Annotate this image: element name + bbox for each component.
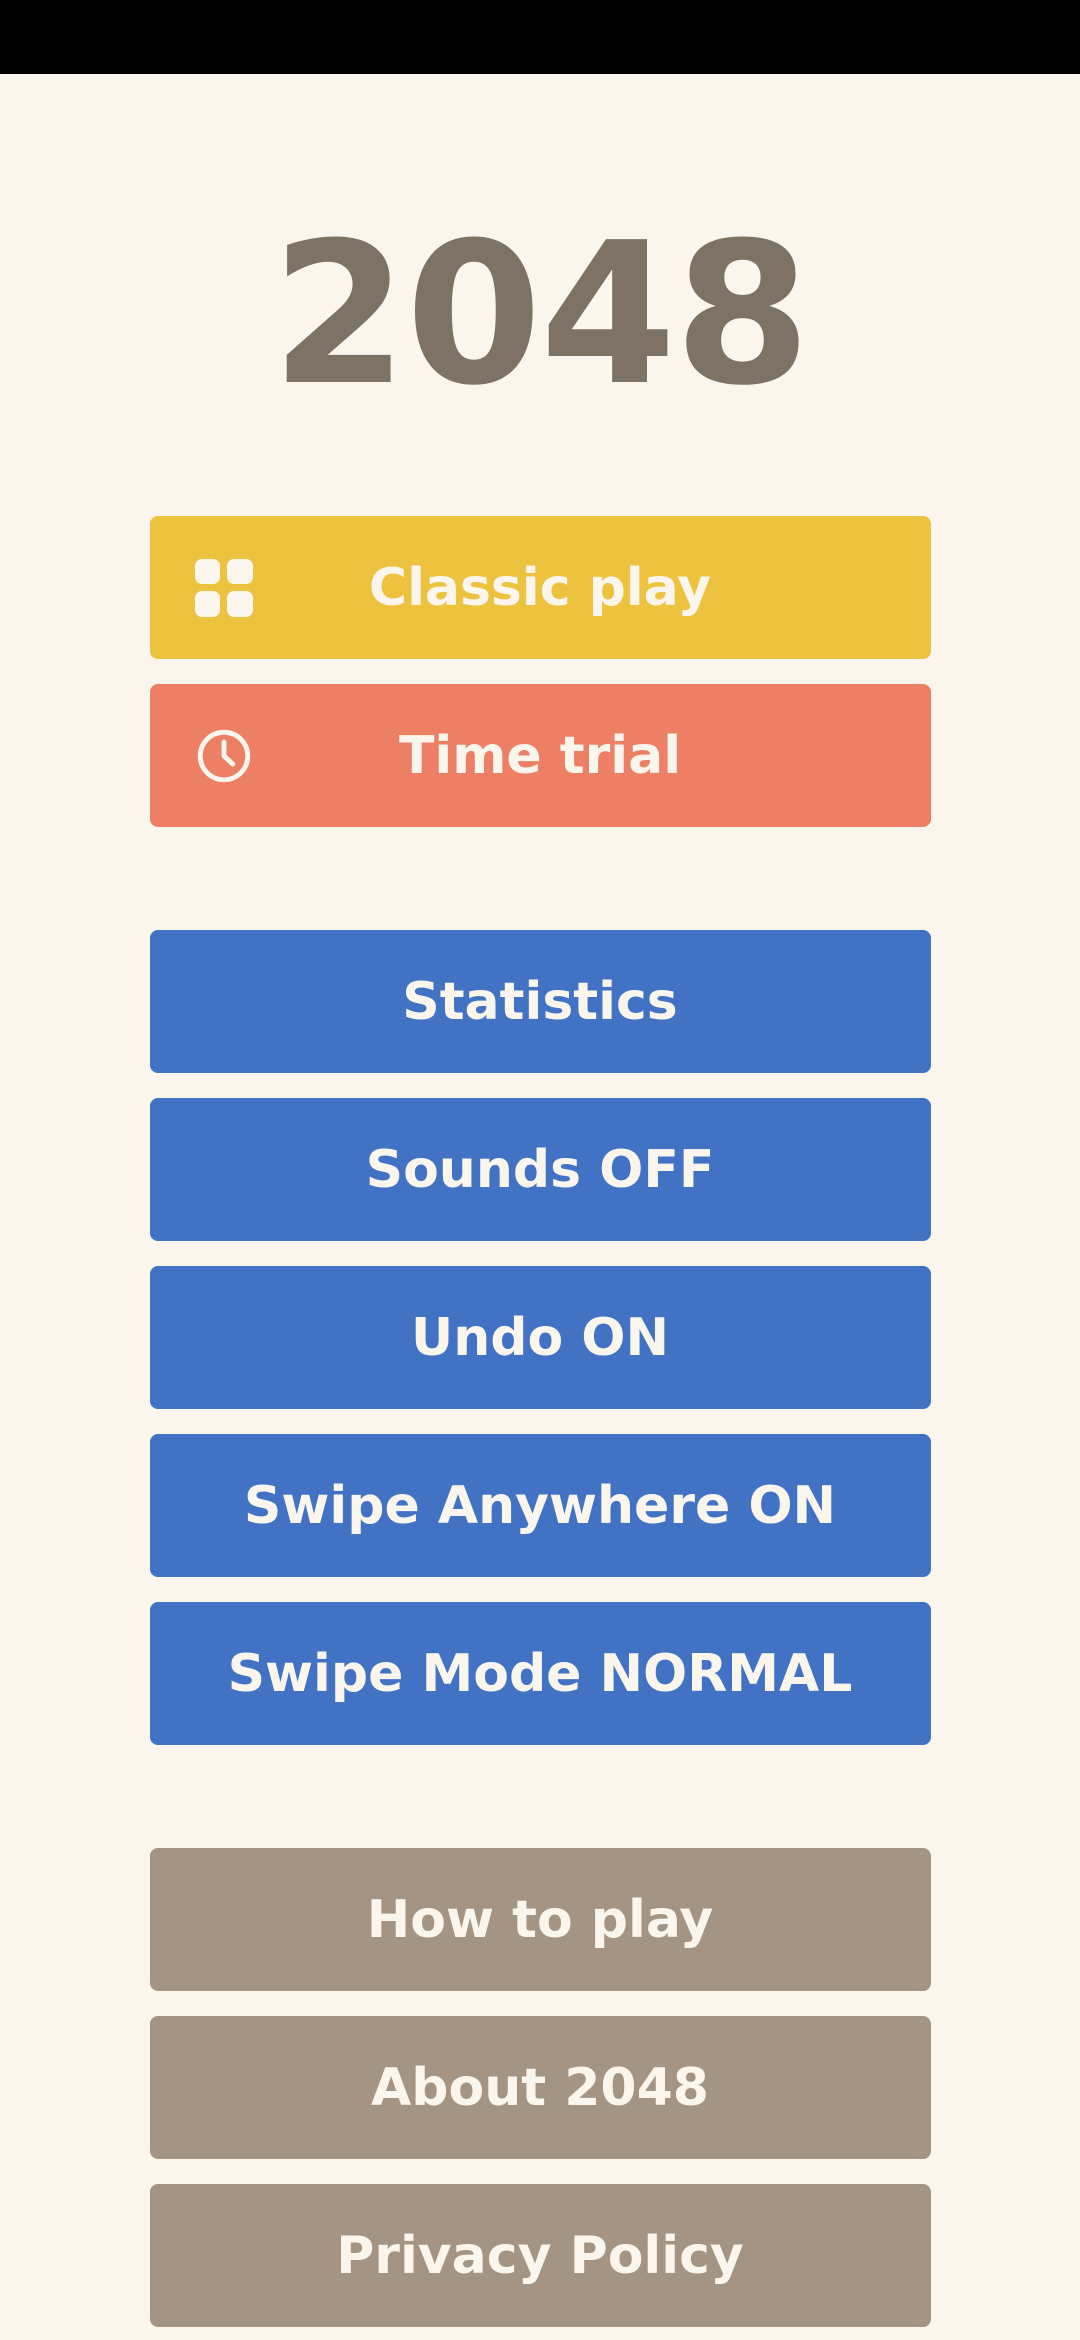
classic-play-label: Classic play (368, 557, 712, 618)
about-button[interactable]: About 2048 (149, 2016, 931, 2159)
swipe-anywhere-toggle-button[interactable]: Swipe Anywhere ON (149, 1434, 931, 1577)
status-bar (0, 0, 1080, 74)
undo-toggle-label: Undo ON (410, 1307, 670, 1368)
privacy-policy-button[interactable]: Privacy Policy (149, 2184, 931, 2327)
privacy-policy-label: Privacy Policy (336, 2225, 744, 2286)
sounds-toggle-label: Sounds OFF (365, 1139, 715, 1200)
statistics-label: Statistics (402, 971, 678, 1032)
swipe-mode-label: Swipe Mode NORMAL (227, 1643, 853, 1704)
clock-icon (192, 724, 256, 788)
statistics-button[interactable]: Statistics (149, 930, 931, 1073)
play-mode-button-group: Classic play Time trial (149, 516, 931, 827)
page-title: 2048 (271, 201, 811, 429)
settings-button-group: Statistics Sounds OFF Undo ON Swipe Anyw… (149, 930, 931, 1745)
about-label: About 2048 (371, 2057, 709, 2118)
sounds-toggle-button[interactable]: Sounds OFF (149, 1098, 931, 1241)
grid-2x2-icon (192, 556, 256, 620)
how-to-play-button[interactable]: How to play (149, 1848, 931, 1991)
info-button-group: How to play About 2048 Privacy Policy (149, 1848, 931, 2327)
time-trial-button[interactable]: Time trial (149, 684, 931, 827)
app-screen: 2048 Classic play Time trial Statistics … (0, 0, 1080, 2340)
how-to-play-label: How to play (366, 1889, 714, 1950)
swipe-mode-button[interactable]: Swipe Mode NORMAL (149, 1602, 931, 1745)
undo-toggle-button[interactable]: Undo ON (149, 1266, 931, 1409)
time-trial-label: Time trial (398, 725, 682, 786)
main-content: 2048 Classic play Time trial Statistics … (0, 74, 1080, 2340)
classic-play-button[interactable]: Classic play (149, 516, 931, 659)
swipe-anywhere-toggle-label: Swipe Anywhere ON (243, 1475, 837, 1536)
